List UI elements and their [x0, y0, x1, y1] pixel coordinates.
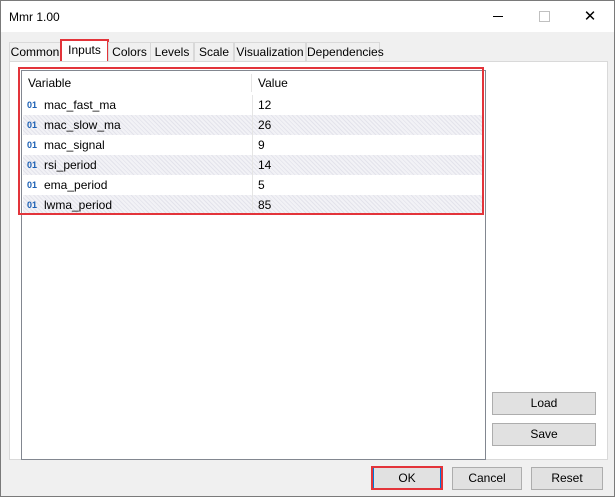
- tab-dependencies[interactable]: Dependencies: [306, 42, 384, 62]
- variable-value[interactable]: 5: [258, 175, 265, 195]
- row-divider: [252, 195, 253, 215]
- variable-name: mac_signal: [44, 138, 105, 152]
- minimize-icon: [493, 16, 503, 17]
- variable-name: lwma_period: [44, 198, 113, 212]
- window-title: Mmr 1.00: [9, 10, 60, 24]
- save-button[interactable]: Save: [492, 423, 596, 446]
- row-divider: [252, 155, 253, 175]
- integer-type-icon: 01: [27, 140, 38, 150]
- list-item[interactable]: 01 mac_signal 9: [23, 135, 484, 155]
- integer-type-icon: 01: [27, 180, 38, 190]
- integer-type-icon: 01: [27, 200, 38, 210]
- close-icon: ✕: [583, 8, 597, 25]
- reset-button[interactable]: Reset: [531, 467, 603, 490]
- variable-value[interactable]: 12: [258, 95, 271, 115]
- ok-button[interactable]: OK: [373, 467, 441, 490]
- maximize-icon: [538, 11, 550, 22]
- tab-visualization[interactable]: Visualization: [234, 42, 306, 62]
- row-divider: [252, 135, 253, 155]
- variable-name: mac_fast_ma: [44, 98, 117, 112]
- variable-value[interactable]: 85: [258, 195, 271, 215]
- row-divider: [252, 175, 253, 195]
- row-divider: [252, 95, 253, 115]
- variable-value[interactable]: 9: [258, 135, 265, 155]
- maximize-button[interactable]: [521, 1, 567, 32]
- list-item[interactable]: 01 mac_slow_ma 26: [23, 115, 484, 135]
- row-divider: [252, 115, 253, 135]
- tab-colors[interactable]: Colors: [108, 42, 151, 62]
- title-bar[interactable]: Mmr 1.00 ✕: [1, 1, 614, 32]
- list-item[interactable]: 01 mac_fast_ma 12: [23, 95, 484, 115]
- variable-name: rsi_period: [44, 158, 97, 172]
- tab-inputs[interactable]: Inputs: [60, 39, 109, 64]
- column-header-value[interactable]: Value: [258, 71, 288, 95]
- variable-value[interactable]: 14: [258, 155, 271, 175]
- list-item[interactable]: 01 rsi_period 14: [23, 155, 484, 175]
- variable-name: ema_period: [44, 178, 108, 192]
- dialog-window: Mmr 1.00 ✕ Common Inputs Colors Levels S…: [0, 0, 615, 497]
- integer-type-icon: 01: [27, 160, 38, 170]
- list-item[interactable]: 01 ema_period 5: [23, 175, 484, 195]
- tab-levels[interactable]: Levels: [150, 42, 194, 62]
- integer-type-icon: 01: [27, 120, 38, 130]
- close-button[interactable]: ✕: [567, 1, 613, 32]
- list-item[interactable]: 01 lwma_period 85: [23, 195, 484, 215]
- tab-common[interactable]: Common: [9, 42, 61, 62]
- column-divider[interactable]: [251, 74, 252, 92]
- variable-value[interactable]: 26: [258, 115, 271, 135]
- load-button[interactable]: Load: [492, 392, 596, 415]
- inputs-list[interactable]: Variable Value 01 mac_fast_ma 12 01 mac_…: [21, 70, 486, 460]
- integer-type-icon: 01: [27, 100, 38, 110]
- list-header: Variable Value: [22, 71, 485, 95]
- column-header-variable[interactable]: Variable: [28, 71, 71, 95]
- cancel-button[interactable]: Cancel: [452, 467, 522, 490]
- minimize-button[interactable]: [475, 1, 521, 32]
- tab-scale[interactable]: Scale: [194, 42, 234, 62]
- variable-name: mac_slow_ma: [44, 118, 121, 132]
